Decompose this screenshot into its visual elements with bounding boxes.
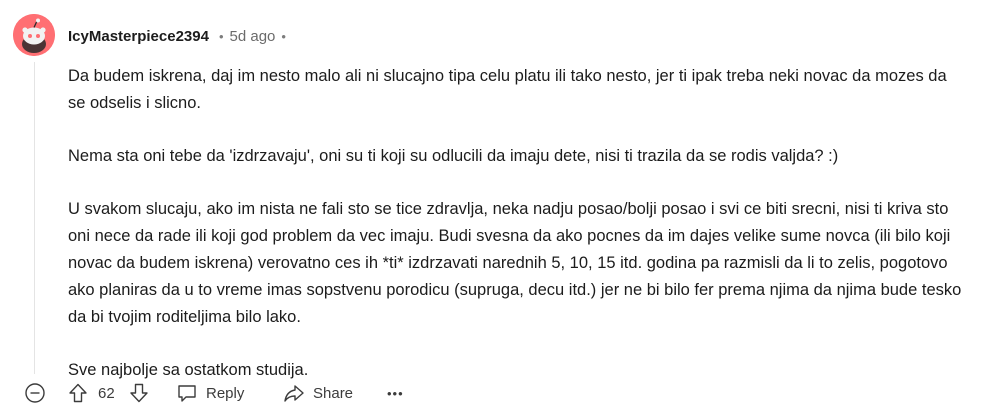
separator-dot: • [281,29,286,44]
collapse-minus-icon [25,383,45,403]
reply-label: Reply [206,384,245,402]
timestamp[interactable]: 5d ago [230,27,276,47]
ellipsis-icon: ••• [387,385,404,401]
avatar[interactable] [13,14,55,56]
vote-score: 62 [98,378,115,408]
share-arrow-icon [284,385,304,402]
share-button[interactable]: Share [283,378,353,408]
snoo-avatar-icon [13,14,55,56]
separator-dot: • [218,29,224,44]
comment: IcyMasterpiece2394 • 5d ago • Da budem i… [0,0,1000,417]
more-options-button[interactable]: ••• [387,378,404,408]
downvote-arrow-icon [130,383,148,403]
comment-actions: 62 Reply Share ••• [0,378,1000,408]
speech-bubble-icon [178,385,196,402]
thread-line[interactable] [34,62,35,374]
comment-header: IcyMasterpiece2394 • 5d ago • [68,27,286,47]
downvote-button[interactable] [128,378,150,408]
upvote-button[interactable] [67,378,89,408]
upvote-arrow-icon [69,383,87,403]
score-label: 62 [98,384,115,402]
comment-paragraph: U svakom slucaju, ako im nista ne fali s… [68,200,962,326]
share-label: Share [313,384,354,402]
comment-body: Da budem iskrena, daj im nesto malo ali … [68,63,968,410]
reply-button[interactable]: Reply [176,378,244,408]
comment-paragraph: Nema sta oni tebe da 'izdrzavaju', oni s… [68,147,839,165]
username-link[interactable]: IcyMasterpiece2394 [68,27,209,47]
comment-paragraph: Da budem iskrena, daj im nesto malo ali … [68,67,947,112]
collapse-button[interactable] [24,378,46,408]
